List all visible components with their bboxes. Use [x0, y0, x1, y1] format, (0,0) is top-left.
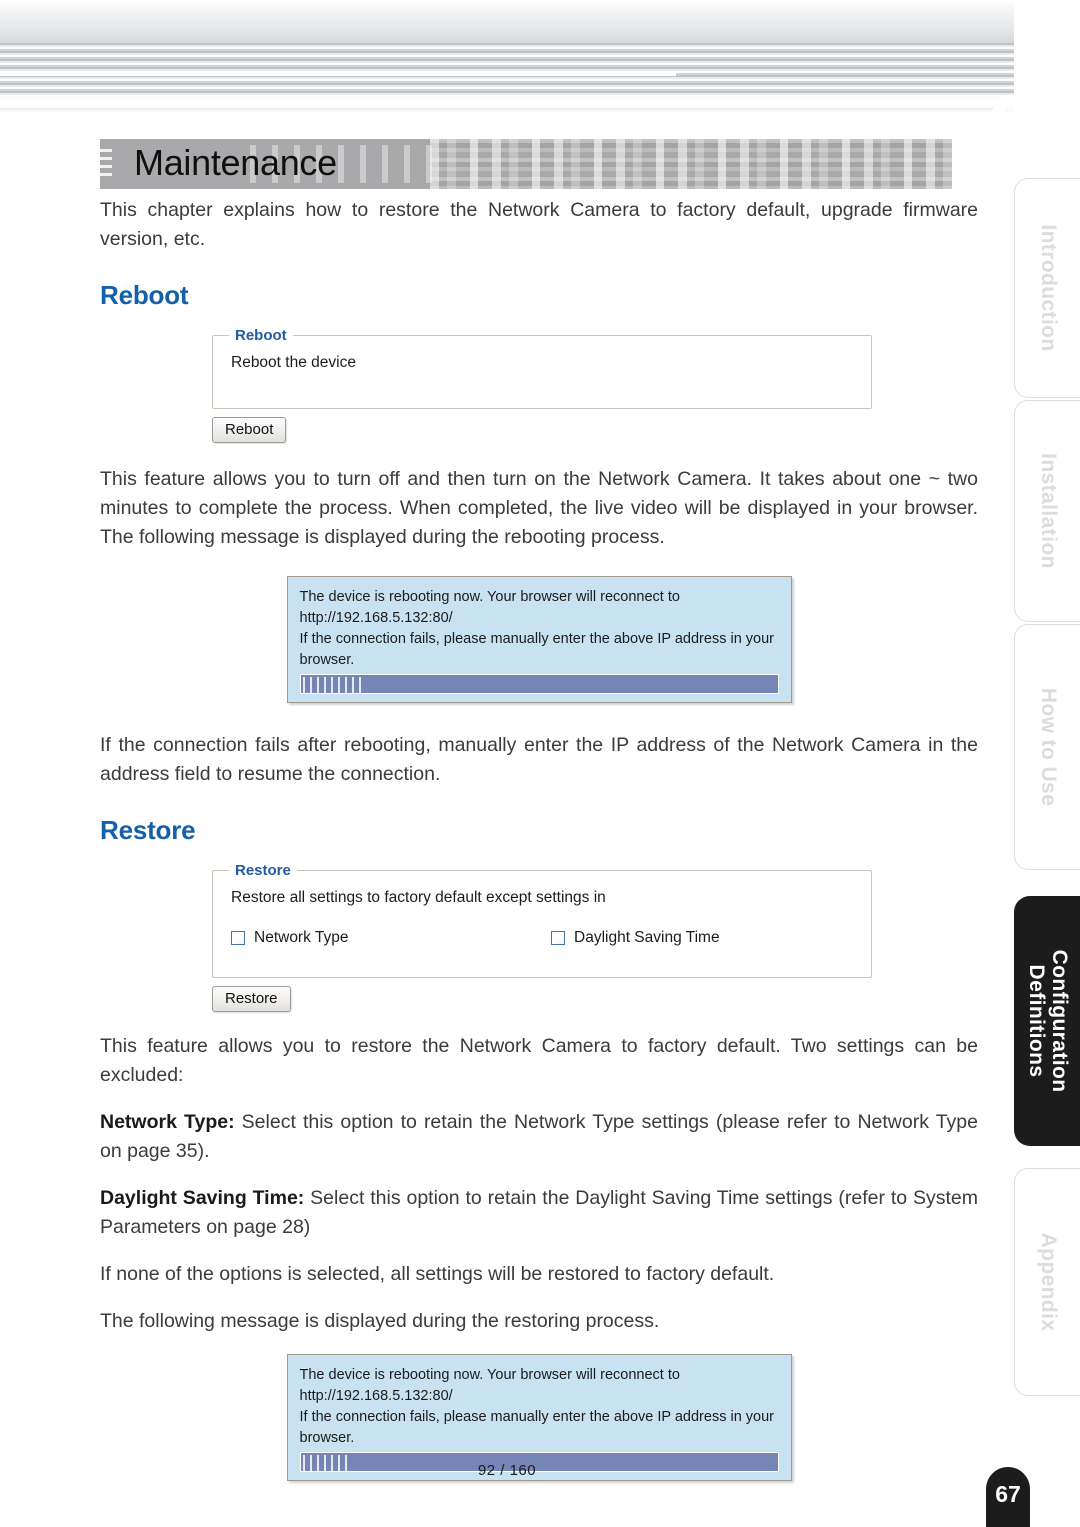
restore-dialog-line-2: http://192.168.5.132:80/ [299, 1388, 453, 1404]
checkbox-network-type-box[interactable] [231, 931, 245, 945]
checkbox-network-type-label: Network Type [254, 929, 349, 946]
network-type-term: Network Type: [100, 1111, 235, 1133]
daylight-saving-time-definition: Daylight Saving Time: Select this option… [100, 1184, 978, 1242]
restore-checkbox-row: Network Type Daylight Saving Time [231, 929, 853, 947]
reboot-panel-inner: Reboot the device [213, 344, 871, 408]
reboot-dialog-line-4: browser. [299, 652, 355, 668]
sidebar-tab-installation-label: Installation [1036, 453, 1060, 569]
page-title: Maintenance [134, 142, 337, 183]
restore-button[interactable]: Restore [212, 986, 291, 1012]
sidebar-tab-introduction-label: Introduction [1036, 224, 1060, 352]
daylight-saving-time-term: Daylight Saving Time: [100, 1187, 305, 1209]
restore-checkbox-network-type[interactable]: Network Type [231, 929, 551, 947]
main-content: This chapter explains how to restore the… [100, 196, 978, 1481]
restore-dialog-line-1: The device is rebooting now. Your browse… [299, 1367, 680, 1383]
section-heading-restore: Restore [100, 815, 196, 845]
reboot-fallback-paragraph: If the connection fails after rebooting,… [100, 734, 978, 785]
sidebar-tab-configuration-definitions[interactable]: Configuration Definitions [1014, 896, 1080, 1146]
banner-texture-left [100, 149, 112, 177]
chapter-title-banner: Maintenance [100, 139, 952, 189]
restore-fieldset: Restore Restore all settings to factory … [212, 862, 872, 978]
restore-dialog-line-3: If the connection fails, please manually… [299, 1409, 775, 1425]
reboot-fieldset: Reboot Reboot the device [212, 327, 872, 409]
sidebar-tab-installation[interactable]: Installation [1014, 400, 1080, 622]
none-selected-paragraph: If none of the options is selected, all … [100, 1263, 775, 1285]
sidebar-tab-appendix-label: Appendix [1036, 1232, 1060, 1332]
checkbox-daylight-saving-time-label: Daylight Saving Time [574, 929, 720, 946]
section-heading-reboot: Reboot [100, 280, 189, 310]
restore-dialog-line-4: browser. [299, 1430, 355, 1446]
reboot-button[interactable]: Reboot [212, 417, 287, 443]
page-header-decoration [0, 0, 1014, 118]
sidebar-tab-configuration-definitions-label: Configuration Definitions [1025, 950, 1071, 1093]
reboot-dialog-line-2: http://192.168.5.132:80/ [299, 610, 453, 626]
banner-texture-right [430, 139, 952, 189]
restore-panel-screenshot: Restore Restore all settings to factory … [212, 862, 872, 1012]
restore-description: Restore all settings to factory default … [231, 889, 606, 906]
header-band-upper [0, 0, 1014, 43]
sidebar-tab-configuration-definitions-line: Definitions [1024, 964, 1048, 1078]
chapter-intro-paragraph: This chapter explains how to restore the… [100, 199, 978, 250]
sidebar-tab-appendix[interactable]: Appendix [1014, 1168, 1080, 1396]
sidebar-tab-how-to-use[interactable]: How to Use [1014, 624, 1080, 870]
sidebar-tab-how-to-use-label: How to Use [1036, 687, 1060, 807]
reboot-dialog-line-3: If the connection fails, please manually… [299, 631, 775, 647]
header-band-stripes [0, 43, 1014, 96]
footer-page-counter: 92 / 160 [477, 1462, 537, 1479]
reboot-progress-ticks [302, 677, 363, 693]
header-band-highlight [0, 73, 676, 76]
reboot-fieldset-legend: Reboot [235, 327, 287, 344]
sidebar-tab-configuration-definitions-line: Configuration [1047, 949, 1071, 1093]
restore-checkbox-daylight-saving-time[interactable]: Daylight Saving Time [551, 929, 720, 947]
page-number-text: 67 [995, 1481, 1021, 1507]
sidebar-tab-introduction[interactable]: Introduction [1014, 178, 1080, 398]
restoring-message-paragraph: The following message is displayed durin… [100, 1310, 660, 1332]
reboot-dialog-line-1: The device is rebooting now. Your browse… [299, 589, 680, 605]
reboot-progress-bar [299, 674, 779, 694]
checkbox-daylight-saving-time-box[interactable] [551, 931, 565, 945]
restore-explanation-paragraph: This feature allows you to restore the N… [100, 1035, 978, 1086]
page-number-badge: 67 [986, 1467, 1030, 1527]
reboot-explanation-paragraph: This feature allows you to turn off and … [100, 468, 978, 548]
restore-fieldset-legend: Restore [235, 862, 291, 879]
reboot-description: Reboot the device [231, 354, 356, 371]
restore-panel-inner: Restore all settings to factory default … [213, 879, 871, 977]
reboot-message-dialog: The device is rebooting now. Your browse… [286, 576, 792, 703]
reboot-panel-screenshot: Reboot Reboot the device Reboot [212, 327, 872, 443]
header-band-edge [0, 108, 1008, 112]
network-type-definition: Network Type: Select this option to reta… [100, 1108, 978, 1166]
